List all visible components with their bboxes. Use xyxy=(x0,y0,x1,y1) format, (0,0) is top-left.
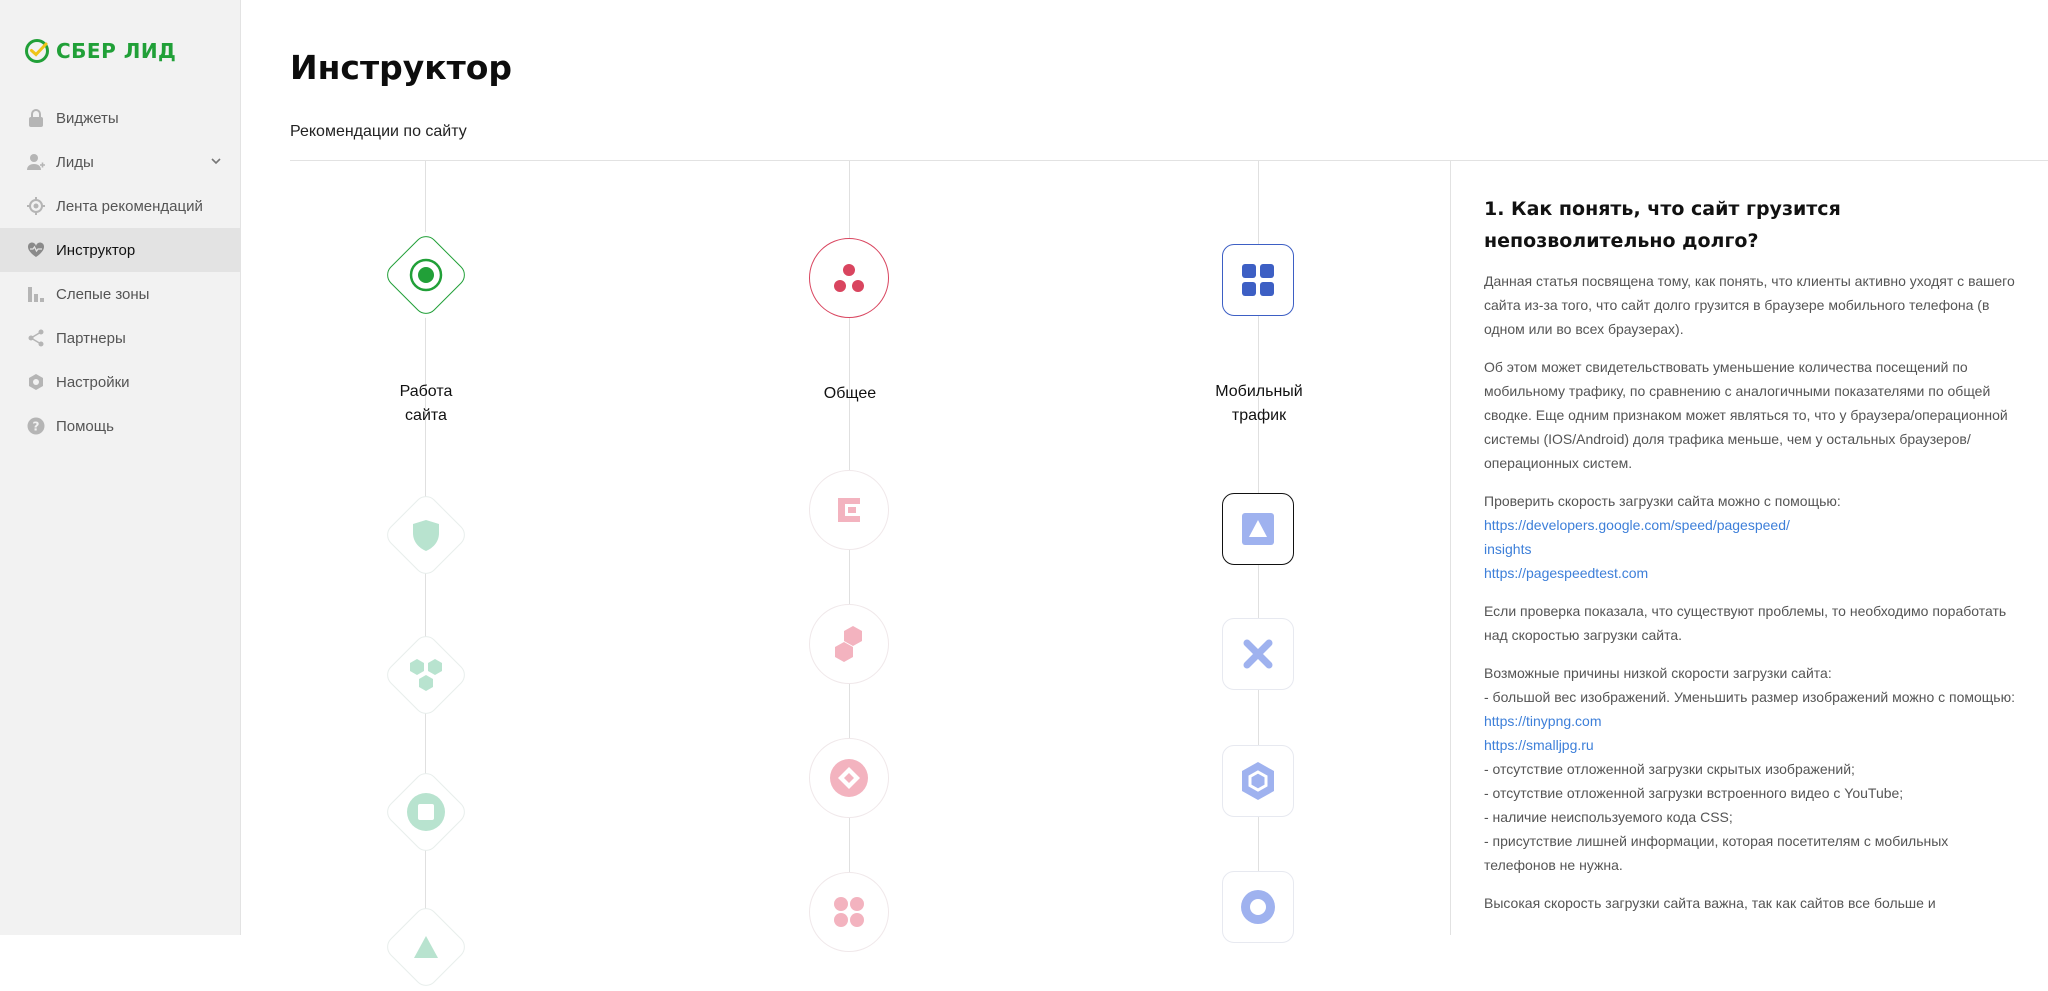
svg-text:?: ? xyxy=(33,420,40,434)
hexagon-icon xyxy=(1242,762,1274,800)
shield-icon xyxy=(411,518,441,552)
article-heading: 1. Как понять, что сайт грузится непозво… xyxy=(1484,198,1841,252)
column-label-general: Общее xyxy=(823,385,877,402)
target-dot-icon xyxy=(408,257,444,293)
sidebar-item-label: Помощь xyxy=(56,417,114,435)
map-node-site-work[interactable] xyxy=(382,231,470,319)
map-node-mobile-2[interactable] xyxy=(1222,493,1294,565)
cross-icon xyxy=(1243,639,1273,669)
sidebar-nav: Виджеты Лиды Лента рекомендаций Инструкт… xyxy=(0,96,240,448)
link-pagespeedtest[interactable]: https://pagespeedtest.com xyxy=(1484,561,2018,585)
sidebar-item-partners[interactable]: Партнеры xyxy=(0,316,240,360)
share-icon xyxy=(26,328,46,348)
grid-icon xyxy=(1242,264,1274,296)
article-text: - присутствие лишней информации, которая… xyxy=(1484,833,1949,873)
logo-text: СБЕР ЛИД xyxy=(56,39,177,63)
tab-site-recommendations[interactable]: Рекомендации по сайту xyxy=(290,123,467,141)
article-paragraph: Высокая скорость загрузки сайта важна, т… xyxy=(1484,895,1936,911)
map-node-locked[interactable] xyxy=(382,631,470,719)
sidebar-item-label: Лиды xyxy=(56,153,94,171)
triangle-icon xyxy=(411,932,441,962)
sidebar-item-blind-zones[interactable]: Слепые зоны xyxy=(0,272,240,316)
recommendation-map: Работа сайта Общее Мобильный трафик xyxy=(290,161,1450,991)
link-smalljpg[interactable]: https://smalljpg.ru xyxy=(1484,733,2018,757)
logo[interactable]: СБЕР ЛИД xyxy=(24,38,176,64)
question-icon: ? xyxy=(26,416,46,436)
sidebar-item-label: Инструктор xyxy=(56,241,136,259)
article-text: - наличие неиспользуемого кода CSS; xyxy=(1484,809,1733,825)
triangle-icon xyxy=(1242,513,1274,545)
sidebar: СБЕР ЛИД Виджеты Лиды Лента рекомендаций xyxy=(0,0,241,935)
article-paragraph: Данная статья посвящена тому, как понять… xyxy=(1484,273,2015,337)
user-icon xyxy=(26,152,46,172)
sidebar-item-settings[interactable]: Настройки xyxy=(0,360,240,404)
sidebar-item-leads[interactable]: Лиды xyxy=(0,140,240,184)
map-node-locked[interactable] xyxy=(809,470,889,550)
article-paragraph: Возможные причины низкой скорости загруз… xyxy=(1484,661,2018,877)
link-text: insights xyxy=(1484,541,1532,557)
link-text: https://developers.google.com/speed/page… xyxy=(1484,517,1790,533)
sidebar-item-help[interactable]: ? Помощь xyxy=(0,404,240,448)
diamond-icon xyxy=(830,759,868,797)
sidebar-item-feed[interactable]: Лента рекомендаций xyxy=(0,184,240,228)
article-paragraph: Проверить скорость загрузки сайта можно … xyxy=(1484,489,2018,585)
column-label-mobile-traffic: Мобильный трафик xyxy=(1215,383,1303,424)
sidebar-item-label: Виджеты xyxy=(56,109,119,127)
map-node-locked[interactable] xyxy=(382,768,470,856)
sidebar-item-label: Лента рекомендаций xyxy=(56,197,203,215)
article-text: - отсутствие отложенной загрузки встроен… xyxy=(1484,785,1904,801)
map-node-locked[interactable] xyxy=(382,903,470,991)
sidebar-item-label: Партнеры xyxy=(56,329,126,347)
square-icon xyxy=(406,792,446,832)
heart-pulse-icon xyxy=(26,240,46,260)
sidebar-item-label: Настройки xyxy=(56,373,130,391)
lock-icon xyxy=(26,108,46,128)
article-text: Возможные причины низкой скорости загруз… xyxy=(1484,665,1832,681)
article-paragraph: Об этом может свидетельствовать уменьшен… xyxy=(1484,359,2008,471)
main-content: Инструктор Рекомендации по сайту Работа с… xyxy=(241,0,2048,991)
map-node-locked[interactable] xyxy=(809,738,889,818)
sidebar-item-instructor[interactable]: Инструктор xyxy=(0,228,240,272)
hexagons-icon xyxy=(406,655,446,695)
article-text: - отсутствие отложенной загрузки скрытых… xyxy=(1484,761,1855,777)
map-node-mobile-traffic[interactable] xyxy=(1222,244,1294,316)
sidebar-item-widgets[interactable]: Виджеты xyxy=(0,96,240,140)
map-node-general[interactable] xyxy=(809,238,889,318)
map-node-locked[interactable] xyxy=(809,872,889,952)
bracket-icon xyxy=(838,498,860,522)
ring-icon xyxy=(1241,890,1275,924)
article-panel: 1. Как понять, что сайт грузится непозво… xyxy=(1450,161,2048,935)
sber-logo-icon xyxy=(25,39,49,63)
gear-icon xyxy=(26,372,46,392)
three-dots-icon xyxy=(834,264,864,292)
target-icon xyxy=(26,196,46,216)
bar-chart-icon xyxy=(26,284,46,304)
map-node-locked[interactable] xyxy=(809,604,889,684)
four-dots-icon xyxy=(834,897,864,927)
column-label-site-work: Работа сайта xyxy=(399,383,453,424)
page-title: Инструктор xyxy=(290,48,513,87)
article-paragraph: Если проверка показала, что существуют п… xyxy=(1484,603,2007,643)
article-text: Проверить скорость загрузки сайта можно … xyxy=(1484,493,1841,509)
map-node-locked[interactable] xyxy=(1222,745,1294,817)
map-node-locked[interactable] xyxy=(1222,871,1294,943)
link-pagespeed-insights[interactable]: https://developers.google.com/speed/page… xyxy=(1484,513,2018,561)
map-node-locked[interactable] xyxy=(1222,618,1294,690)
sidebar-item-label: Слепые зоны xyxy=(56,285,150,303)
link-tinypng[interactable]: https://tinypng.com xyxy=(1484,709,2018,733)
hexagon-pair-icon xyxy=(835,626,862,662)
article-text: - большой вес изображений. Уменьшить раз… xyxy=(1484,689,2015,705)
map-node-locked[interactable] xyxy=(382,491,470,579)
chevron-down-icon[interactable] xyxy=(210,154,222,172)
